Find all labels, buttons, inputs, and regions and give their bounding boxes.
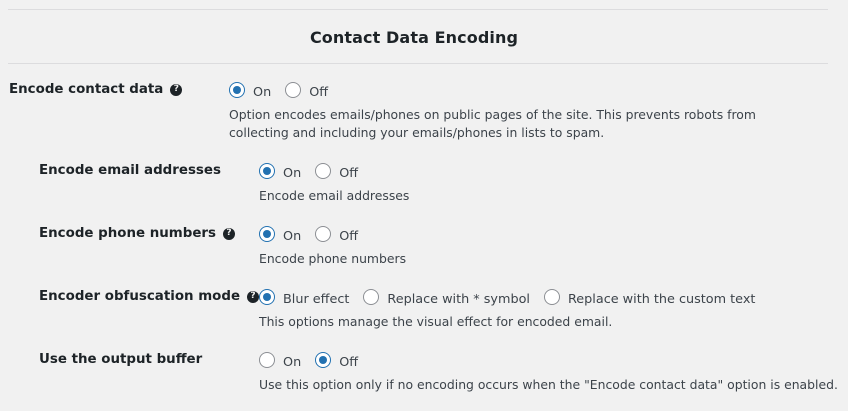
radio-option-off[interactable]: Off (285, 82, 329, 100)
radio-option-off[interactable]: Off (315, 226, 359, 244)
radio-label: On (283, 354, 302, 370)
radio-label: On (253, 84, 272, 100)
setting-label: Encoder obfuscation mode ? (39, 289, 260, 304)
radio-button[interactable] (315, 163, 332, 179)
setting-label: Encode email addresses (39, 163, 221, 178)
radio-label: Blur effect (283, 291, 350, 307)
setting-label: Use the output buffer (39, 352, 202, 367)
setting-description: Encode phone numbers (259, 251, 407, 266)
section-title: Contact Data Encoding (309, 28, 519, 47)
setting-control: On Off Encode email addresses (259, 163, 409, 205)
radio-button[interactable] (315, 352, 332, 368)
radio-button[interactable] (259, 163, 275, 179)
radio-option-on[interactable]: On (259, 163, 302, 181)
radio-label: Replace with * symbol (387, 291, 530, 307)
setting-label-text: Encode phone numbers (39, 226, 217, 241)
top-divider (8, 9, 828, 10)
setting-control: On Off Use this option only if no encodi… (259, 352, 838, 394)
radio-button[interactable] (259, 226, 275, 242)
radio-option-replace-with-symbol[interactable]: Replace with * symbol (363, 289, 530, 307)
radio-option-replace-with-custom-text[interactable]: Replace with the custom text (543, 289, 756, 307)
radio-group: On Off (259, 352, 838, 370)
help-icon[interactable]: ? (170, 83, 183, 96)
setting-description: Use this option only if no encoding occu… (259, 377, 838, 392)
radio-button[interactable] (229, 82, 245, 98)
radio-button[interactable] (363, 289, 380, 305)
setting-label-text: Encode email addresses (39, 163, 221, 178)
setting-label-text: Encode contact data (9, 82, 164, 97)
setting-description: This options manage the visual effect fo… (259, 314, 613, 329)
setting-control: On Off Option encodes emails/phones on p… (229, 82, 819, 142)
radio-option-on[interactable]: On (259, 352, 302, 370)
help-icon[interactable]: ? (223, 227, 236, 240)
help-icon[interactable]: ? (247, 290, 260, 303)
radio-option-off[interactable]: Off (315, 163, 359, 181)
setting-control: Blur effect Replace with * symbol Replac… (259, 289, 769, 331)
setting-description: Encode email addresses (259, 188, 410, 203)
radio-label: Off (339, 354, 359, 370)
radio-option-off[interactable]: Off (315, 352, 359, 370)
radio-option-blur-effect[interactable]: Blur effect (259, 289, 350, 307)
radio-label: Off (339, 165, 359, 181)
setting-label-text: Encoder obfuscation mode (39, 289, 241, 304)
radio-button[interactable] (259, 352, 275, 368)
setting-label: Encode contact data ? (9, 82, 183, 97)
radio-label: Replace with the custom text (567, 291, 756, 307)
radio-button[interactable] (285, 82, 302, 98)
radio-group: On Off (259, 163, 409, 181)
radio-label: On (283, 228, 302, 244)
radio-button[interactable] (315, 226, 332, 242)
radio-label: Off (309, 84, 329, 100)
radio-option-on[interactable]: On (259, 226, 302, 244)
setting-control: On Off Encode phone numbers (259, 226, 406, 268)
radio-label: On (283, 165, 302, 181)
radio-button[interactable] (543, 289, 560, 305)
setting-label-text: Use the output buffer (39, 352, 203, 367)
setting-description: Option encodes emails/phones on public p… (229, 107, 756, 140)
radio-label: Off (339, 228, 359, 244)
radio-group: On Off (259, 226, 406, 244)
radio-group: Blur effect Replace with * symbol Replac… (259, 289, 769, 307)
radio-option-on[interactable]: On (229, 82, 272, 100)
title-divider (8, 63, 828, 64)
radio-group: On Off (229, 82, 819, 100)
setting-label: Encode phone numbers ? (39, 226, 236, 241)
radio-button[interactable] (259, 289, 275, 305)
